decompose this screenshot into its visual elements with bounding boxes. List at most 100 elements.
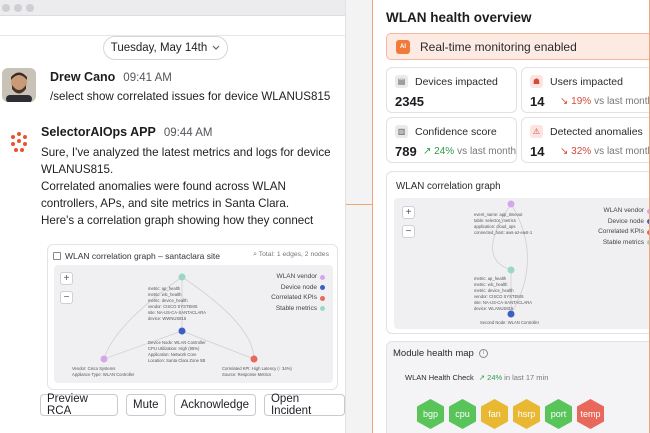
node-label-top: metric: ap_health metric: wlc_health met… (148, 286, 207, 321)
health-check-summary: WLAN Health Check ↗ 24% in last 17 min (405, 373, 549, 382)
window-controls[interactable] (2, 4, 34, 12)
panel-title: WLAN health overview (386, 10, 532, 25)
attachment-title-text: WLAN correlation graph – santaclara site (65, 251, 220, 261)
health-panel: WLAN health overview AI Real-time monito… (372, 0, 650, 433)
metric-card-devices[interactable]: ▤ Devices impacted 2345 (386, 67, 517, 113)
correlation-graph-panel: WLAN correlation graph + − WLAN vendor D… (386, 171, 649, 334)
node-label-bottom: Second Node: WLAN Controller (480, 320, 540, 325)
message-line: Here's a correlation graph showing how t… (41, 214, 314, 227)
legend-item: Device node (271, 283, 325, 294)
select-checkbox[interactable] (53, 252, 61, 260)
node-vendor (100, 355, 108, 363)
hex-hsrp[interactable]: hsrp (513, 399, 540, 429)
legend-item: WLAN vendor (271, 272, 325, 283)
search-icon[interactable]: ⌕ (253, 251, 257, 258)
node-device (178, 327, 186, 335)
ai-icon: AI (396, 39, 410, 54)
chat-window: Tuesday, May 14th Drew Cano 09:41 AM /sel… (0, 0, 346, 433)
attachment-total-text: Total: 1 edges, 2 nodes (258, 251, 329, 258)
node-stable-metrics (507, 266, 515, 274)
legend-item: Correlated KPIs (598, 227, 649, 238)
graph-attachment[interactable]: WLAN correlation graph – santaclara site… (47, 244, 338, 390)
node-label-right: Correlated KPI: High Latency (↑ 34%) Sou… (222, 366, 292, 377)
metric-card-users[interactable]: ☗ Users impacted 14 ↘ 19% vs last month (521, 67, 650, 113)
message-line: controllers, APs, and site metrics in Sa… (41, 197, 290, 210)
date-label: Tuesday, May 14th (110, 42, 208, 54)
legend-item: WLAN vendor (598, 206, 649, 217)
module-health-title: Module health map i (393, 348, 488, 359)
node-kpi (250, 355, 258, 363)
node-label-mid: metric: ap_health metric: wlc_health met… (474, 276, 533, 311)
date-pill[interactable]: Tuesday, May 14th (103, 36, 228, 60)
anomaly-icon: ⚠ (530, 125, 543, 138)
hex-temp[interactable]: temp (577, 399, 604, 429)
legend-item: Correlated KPIs (271, 293, 325, 304)
card-label: Detected anomalies (550, 126, 643, 138)
card-label: Users impacted (550, 76, 623, 88)
node-vendor (507, 200, 515, 208)
zoom-out-button[interactable]: − (60, 291, 73, 304)
acknowledge-button[interactable]: Acknowledge (173, 394, 256, 416)
users-icon: ☗ (530, 75, 543, 88)
avatar[interactable] (2, 68, 36, 102)
message-author: SelectorAIOps APP (41, 125, 156, 139)
card-value: 2345 (395, 94, 424, 109)
legend-swatch (320, 306, 325, 312)
message-author: Drew Cano (50, 70, 116, 84)
legend-swatch (320, 285, 325, 291)
chat-message: Drew Cano 09:41 AM /select show correlate… (2, 68, 342, 108)
graph-canvas[interactable]: + − WLAN vendor Device node Correlated K… (394, 198, 649, 329)
zoom-in-button[interactable]: + (402, 206, 415, 219)
legend-item: Device node (598, 217, 649, 228)
message-header: Drew Cano 09:41 AM (50, 70, 172, 84)
graph-legend: WLAN vendor Device node Correlated KPIs … (271, 272, 325, 314)
hex-port[interactable]: port (545, 399, 572, 429)
panel-subtitle: WLAN correlation graph (396, 181, 501, 192)
card-value: 14 (530, 144, 545, 159)
preview-rca-button[interactable]: Preview RCA (40, 393, 118, 417)
card-value: 14 (530, 94, 545, 109)
graph-canvas[interactable]: + − WLAN vendor Device node Correlated K… (54, 265, 333, 383)
zoom-in-button[interactable]: + (60, 272, 73, 285)
message-text: Sure, I've analyzed the latest metrics a… (41, 144, 341, 229)
barcode-icon: ▥ (395, 125, 408, 138)
message-header: SelectorAIOps APP 09:44 AM (41, 125, 212, 139)
action-bar: Preview RCA Mute Acknowledge Open Incide… (40, 393, 345, 417)
chevron-down-icon (212, 45, 220, 50)
card-trend: ↘ 32% vs last month (560, 146, 650, 157)
bot-avatar[interactable] (2, 125, 36, 159)
card-label: Devices impacted (415, 76, 498, 88)
legend-item: Stable metrics (271, 304, 325, 315)
hex-fan[interactable]: fan (481, 399, 508, 429)
message-line: WLANUS815. (41, 163, 114, 176)
info-icon[interactable]: i (478, 349, 488, 358)
window-titlebar (0, 0, 345, 16)
message-time: 09:44 AM (163, 127, 213, 139)
legend-swatch (320, 274, 325, 280)
node-label-left: Vendor: Cisco Systems Appliance Type: WL… (72, 366, 135, 377)
node-label-center: Device Node: WLAN Controller CPU Utiliza… (148, 340, 206, 363)
zoom-out-button[interactable]: − (402, 225, 415, 238)
node-label-top: event_name: app_timeout table: selector_… (474, 212, 533, 235)
graph-legend: WLAN vendor Device node Correlated KPIs … (598, 206, 649, 249)
legend-item: Stable metrics (598, 238, 649, 249)
node-stable-metrics (178, 273, 186, 281)
metric-card-confidence[interactable]: ▥ Confidence score 789 ↗ 24% vs last mont… (386, 117, 517, 163)
message-line: Sure, I've analyzed the latest metrics a… (41, 146, 331, 159)
message-time: 09:41 AM (123, 72, 172, 84)
attachment-title: WLAN correlation graph – santaclara site (53, 251, 220, 261)
monitoring-banner: AI Real-time monitoring enabled (386, 33, 649, 60)
attachment-total: ⌕ Total: 1 edges, 2 nodes (253, 251, 329, 259)
devices-icon: ▤ (395, 75, 408, 88)
open-incident-button[interactable]: Open Incident (263, 393, 345, 417)
card-value: 789 (395, 144, 417, 159)
selector-logo-icon (2, 125, 36, 159)
connector-line (346, 204, 372, 205)
hex-bgp[interactable]: bgp (417, 399, 444, 429)
chat-message: SelectorAIOps APP 09:44 AM Sure, I've ana… (2, 125, 342, 235)
card-trend: ↘ 19% vs last month (560, 96, 650, 107)
metric-card-anomalies[interactable]: ⚠ Detected anomalies 14 ↘ 32% vs last mon… (521, 117, 650, 163)
mute-button[interactable]: Mute (126, 394, 166, 416)
message-line: Correlated anomalies were found across W… (41, 180, 286, 193)
hex-cpu[interactable]: cpu (449, 399, 476, 429)
